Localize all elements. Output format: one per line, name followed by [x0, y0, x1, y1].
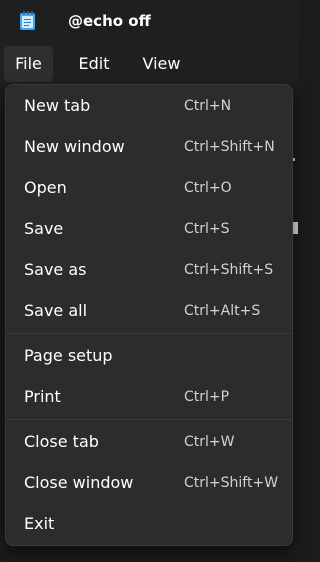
menu-item-open[interactable]: Open Ctrl+O	[6, 169, 292, 207]
menu-item-shortcut: Ctrl+N	[184, 98, 232, 114]
menu-item-close-tab[interactable]: Close tab Ctrl+W	[6, 423, 292, 461]
editor-text-fragment	[293, 158, 295, 161]
tab-title[interactable]: @echo off	[68, 11, 151, 31]
menu-item-label: Page setup	[24, 346, 113, 365]
menu-file[interactable]: File	[4, 46, 53, 82]
menu-separator	[7, 419, 291, 420]
menu-item-save-as[interactable]: Save as Ctrl+Shift+S	[6, 251, 292, 289]
menu-bar: File Edit View	[0, 42, 298, 84]
menu-item-label: Save as	[24, 260, 87, 279]
menu-separator	[7, 333, 291, 334]
menu-item-save[interactable]: Save Ctrl+S	[6, 210, 292, 248]
file-menu: New tab Ctrl+N New window Ctrl+Shift+N O…	[5, 84, 293, 546]
menu-edit[interactable]: Edit	[70, 46, 118, 82]
menu-item-close-window[interactable]: Close window Ctrl+Shift+W	[6, 464, 292, 502]
menu-item-page-setup[interactable]: Page setup	[6, 337, 292, 375]
title-bar: @echo off	[0, 0, 298, 42]
menu-item-exit[interactable]: Exit	[6, 505, 292, 543]
menu-item-label: New window	[24, 137, 125, 156]
menu-item-label: Open	[24, 178, 67, 197]
menu-item-label: New tab	[24, 96, 91, 115]
menu-item-shortcut: Ctrl+P	[184, 389, 230, 405]
menu-item-shortcut: Ctrl+Shift+W	[184, 475, 279, 491]
menu-item-new-window[interactable]: New window Ctrl+Shift+N	[6, 128, 292, 166]
menu-item-new-tab[interactable]: New tab Ctrl+N	[6, 87, 292, 125]
menu-item-label: Close window	[24, 473, 134, 492]
menu-item-label: Save all	[24, 301, 88, 320]
menu-view[interactable]: View	[134, 46, 189, 82]
notepad-icon	[20, 11, 35, 30]
menu-item-shortcut: Ctrl+Shift+S	[184, 262, 274, 278]
menu-item-label: Save	[24, 219, 64, 238]
menu-item-shortcut: Ctrl+Shift+N	[184, 139, 275, 155]
menu-item-label: Exit	[24, 514, 55, 533]
menu-item-label: Close tab	[24, 432, 99, 451]
menu-item-shortcut: Ctrl+W	[184, 434, 235, 450]
menu-item-shortcut: Ctrl+Alt+S	[184, 303, 261, 319]
menu-item-shortcut: Ctrl+O	[184, 180, 232, 196]
menu-item-shortcut: Ctrl+S	[184, 221, 230, 237]
editor-text-fragment	[293, 222, 298, 234]
menu-item-save-all[interactable]: Save all Ctrl+Alt+S	[6, 292, 292, 330]
menu-item-label: Print	[24, 387, 61, 406]
menu-item-print[interactable]: Print Ctrl+P	[6, 378, 292, 416]
